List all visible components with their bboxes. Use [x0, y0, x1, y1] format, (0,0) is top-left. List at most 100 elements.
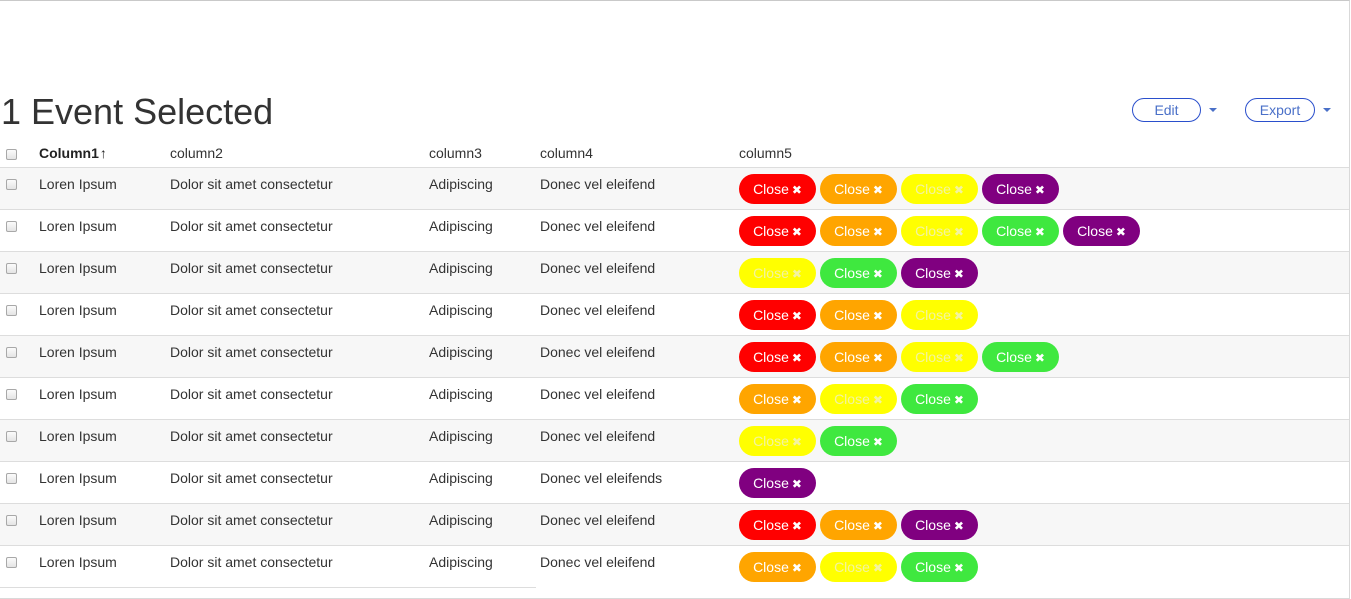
purple-close-tag[interactable]: Close ✖ — [982, 174, 1059, 204]
close-icon[interactable]: ✖ — [792, 351, 802, 365]
column-header-5[interactable]: column5 — [739, 145, 792, 161]
yellow-close-tag[interactable]: Close ✖ — [739, 258, 816, 288]
red-close-tag[interactable]: Close ✖ — [739, 300, 816, 330]
row-checkbox[interactable] — [6, 557, 17, 568]
red-close-tag[interactable]: Close ✖ — [739, 174, 816, 204]
yellow-close-tag[interactable]: Close ✖ — [901, 216, 978, 246]
yellow-close-tag[interactable]: Close ✖ — [901, 342, 978, 372]
close-icon[interactable]: ✖ — [873, 267, 883, 281]
purple-close-tag[interactable]: Close ✖ — [901, 258, 978, 288]
table-row[interactable]: Loren Ipsum Dolor sit amet consectetur Adi… — [0, 420, 1349, 462]
close-icon[interactable]: ✖ — [792, 309, 802, 323]
close-icon[interactable]: ✖ — [873, 519, 883, 533]
table-row[interactable]: Loren Ipsum Dolor sit amet consectetur Adi… — [0, 336, 1349, 378]
tag-label: Close — [915, 181, 951, 197]
column-header-4[interactable]: column4 — [540, 145, 593, 161]
table-row[interactable]: Loren Ipsum Dolor sit amet consectetur Adi… — [0, 504, 1349, 546]
close-icon[interactable]: ✖ — [1035, 183, 1045, 197]
row-checkbox[interactable] — [6, 221, 17, 232]
select-all-checkbox[interactable] — [6, 149, 17, 160]
orange-close-tag[interactable]: Close ✖ — [739, 384, 816, 414]
column-header-2[interactable]: column2 — [170, 145, 223, 161]
close-icon[interactable]: ✖ — [792, 477, 802, 491]
close-icon[interactable]: ✖ — [873, 561, 883, 575]
table-row[interactable]: Loren Ipsum Dolor sit amet consectetur Adi… — [0, 168, 1349, 210]
purple-close-tag[interactable]: Close ✖ — [1063, 216, 1140, 246]
export-dropdown[interactable]: Export — [1245, 98, 1331, 122]
close-icon[interactable]: ✖ — [873, 225, 883, 239]
close-icon[interactable]: ✖ — [1035, 351, 1045, 365]
orange-close-tag[interactable]: Close ✖ — [820, 174, 897, 204]
close-icon[interactable]: ✖ — [873, 435, 883, 449]
cell-column4: Donec vel eleifends — [540, 470, 663, 486]
close-icon[interactable]: ✖ — [792, 519, 802, 533]
close-icon[interactable]: ✖ — [954, 225, 964, 239]
close-icon[interactable]: ✖ — [873, 393, 883, 407]
orange-close-tag[interactable]: Close ✖ — [820, 510, 897, 540]
yellow-close-tag[interactable]: Close ✖ — [739, 426, 816, 456]
red-close-tag[interactable]: Close ✖ — [739, 510, 816, 540]
close-icon[interactable]: ✖ — [792, 225, 802, 239]
close-icon[interactable]: ✖ — [954, 519, 964, 533]
tag-list: Close ✖ Close ✖ Close ✖ Close ✖ — [739, 174, 1059, 204]
edit-dropdown[interactable]: Edit — [1132, 98, 1217, 122]
green-close-tag[interactable]: Close ✖ — [901, 384, 978, 414]
close-icon[interactable]: ✖ — [1035, 225, 1045, 239]
edit-button[interactable]: Edit — [1132, 98, 1201, 122]
row-checkbox[interactable] — [6, 305, 17, 316]
green-close-tag[interactable]: Close ✖ — [901, 552, 978, 582]
cell-column2: Dolor sit amet consectetur — [170, 302, 333, 318]
row-checkbox[interactable] — [6, 263, 17, 274]
table-row[interactable]: Loren Ipsum Dolor sit amet consectetur Adi… — [0, 378, 1349, 420]
table-row[interactable]: Loren Ipsum Dolor sit amet consectetur Adi… — [0, 294, 1349, 336]
orange-close-tag[interactable]: Close ✖ — [820, 300, 897, 330]
green-close-tag[interactable]: Close ✖ — [820, 258, 897, 288]
close-icon[interactable]: ✖ — [873, 309, 883, 323]
close-icon[interactable]: ✖ — [792, 183, 802, 197]
green-close-tag[interactable]: Close ✖ — [982, 216, 1059, 246]
table-row[interactable]: Loren Ipsum Dolor sit amet consectetur Adi… — [0, 252, 1349, 294]
cell-column4: Donec vel eleifend — [540, 386, 656, 402]
sort-ascending-icon[interactable]: ↑ — [100, 145, 107, 161]
row-checkbox[interactable] — [6, 179, 17, 190]
close-icon[interactable]: ✖ — [954, 351, 964, 365]
red-close-tag[interactable]: Close ✖ — [739, 216, 816, 246]
yellow-close-tag[interactable]: Close ✖ — [901, 300, 978, 330]
close-icon[interactable]: ✖ — [792, 435, 802, 449]
green-close-tag[interactable]: Close ✖ — [982, 342, 1059, 372]
caret-down-icon[interactable] — [1209, 108, 1217, 112]
caret-down-icon[interactable] — [1323, 108, 1331, 112]
purple-close-tag[interactable]: Close ✖ — [739, 468, 816, 498]
close-icon[interactable]: ✖ — [954, 393, 964, 407]
close-icon[interactable]: ✖ — [954, 309, 964, 323]
purple-close-tag[interactable]: Close ✖ — [901, 510, 978, 540]
green-close-tag[interactable]: Close ✖ — [820, 426, 897, 456]
close-icon[interactable]: ✖ — [792, 561, 802, 575]
red-close-tag[interactable]: Close ✖ — [739, 342, 816, 372]
row-checkbox[interactable] — [6, 389, 17, 400]
orange-close-tag[interactable]: Close ✖ — [739, 552, 816, 582]
row-checkbox[interactable] — [6, 515, 17, 526]
table-row[interactable]: Loren Ipsum Dolor sit amet consectetur Adi… — [0, 210, 1349, 252]
close-icon[interactable]: ✖ — [792, 267, 802, 281]
row-checkbox[interactable] — [6, 473, 17, 484]
yellow-close-tag[interactable]: Close ✖ — [820, 384, 897, 414]
orange-close-tag[interactable]: Close ✖ — [820, 216, 897, 246]
export-button[interactable]: Export — [1245, 98, 1315, 122]
row-checkbox[interactable] — [6, 347, 17, 358]
close-icon[interactable]: ✖ — [1116, 225, 1126, 239]
close-icon[interactable]: ✖ — [954, 267, 964, 281]
table-row[interactable]: Loren Ipsum Dolor sit amet consectetur Adi… — [0, 462, 1349, 504]
row-checkbox[interactable] — [6, 431, 17, 442]
column-header-1[interactable]: Column1↑ — [39, 145, 107, 161]
yellow-close-tag[interactable]: Close ✖ — [820, 552, 897, 582]
close-icon[interactable]: ✖ — [954, 183, 964, 197]
table-row[interactable]: Loren Ipsum Dolor sit amet consectetur Adi… — [0, 546, 1349, 587]
orange-close-tag[interactable]: Close ✖ — [820, 342, 897, 372]
close-icon[interactable]: ✖ — [954, 561, 964, 575]
close-icon[interactable]: ✖ — [873, 183, 883, 197]
close-icon[interactable]: ✖ — [873, 351, 883, 365]
yellow-close-tag[interactable]: Close ✖ — [901, 174, 978, 204]
column-header-3[interactable]: column3 — [429, 145, 482, 161]
close-icon[interactable]: ✖ — [792, 393, 802, 407]
